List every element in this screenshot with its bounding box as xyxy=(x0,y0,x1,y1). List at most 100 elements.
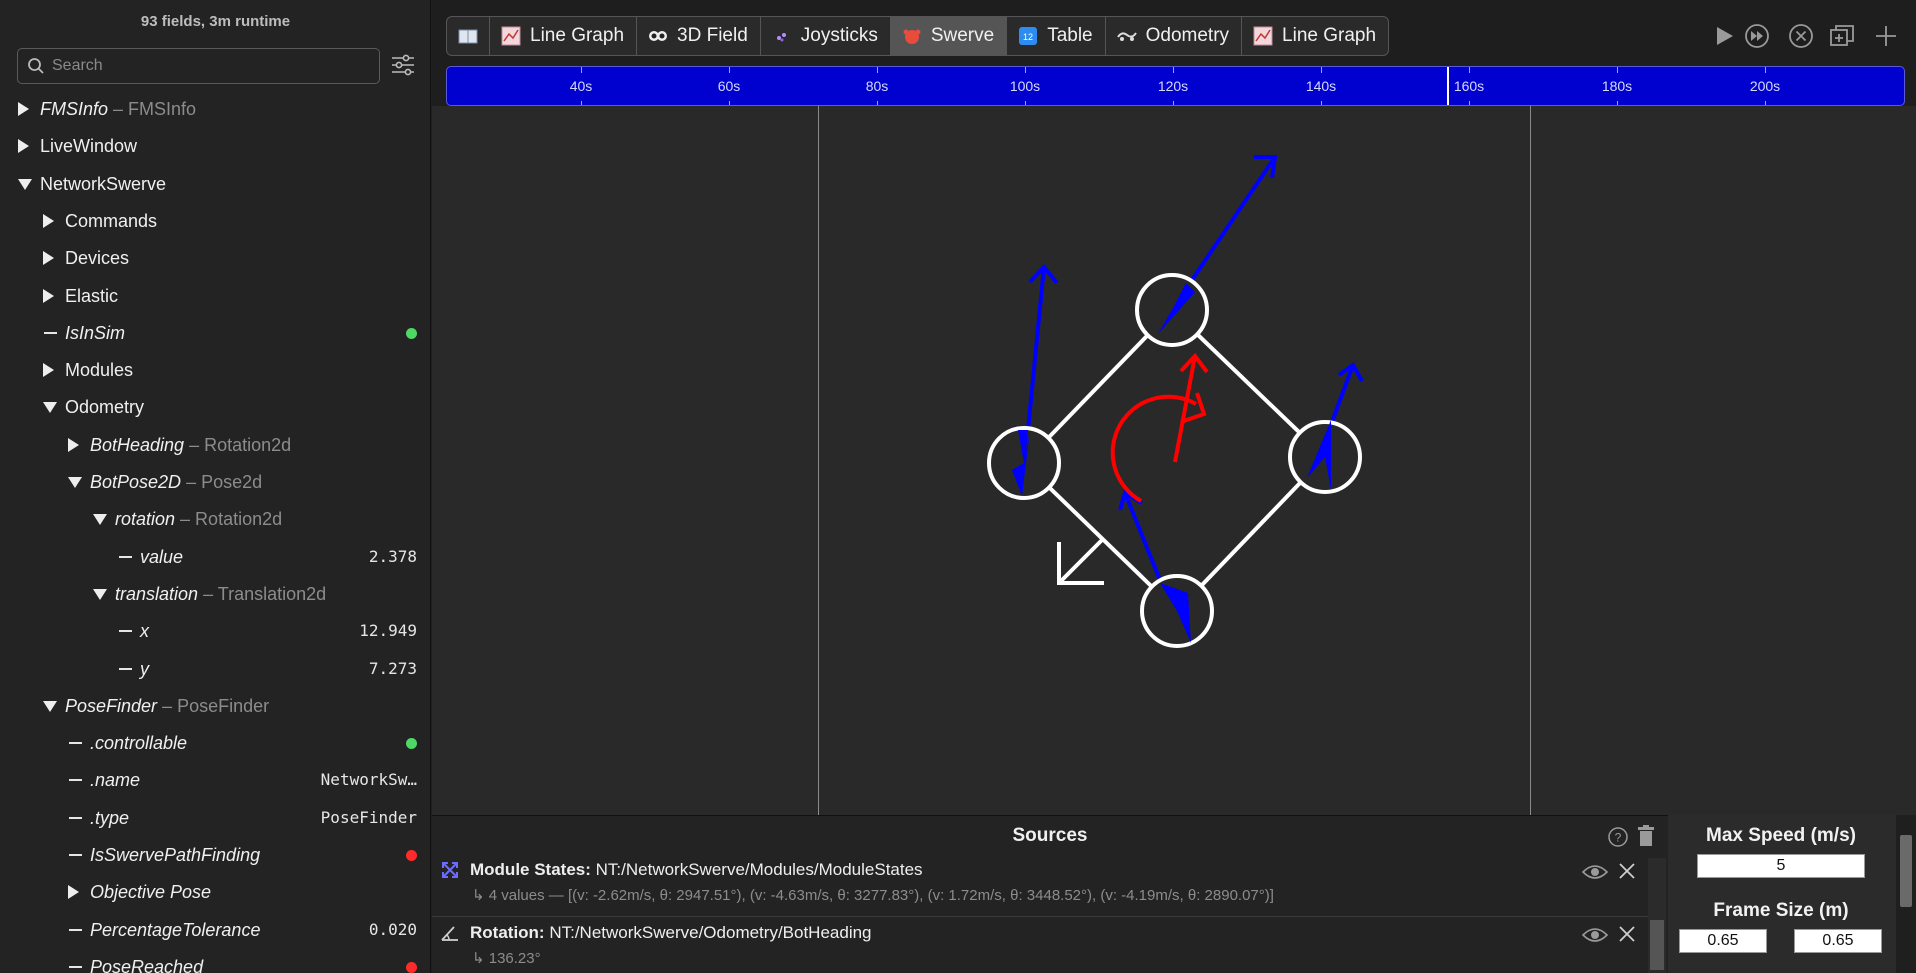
boolean-indicator xyxy=(406,738,417,750)
tree-item-label: Modules xyxy=(65,352,133,388)
tree-item-type: – Translation2d xyxy=(198,583,327,604)
tree-item-name: .name xyxy=(90,770,141,791)
tree-item[interactable]: Elastic xyxy=(0,278,430,314)
caret-right-icon[interactable] xyxy=(43,288,54,303)
tree-item[interactable]: Commands xyxy=(0,203,430,239)
tree-item-value: 0.020 xyxy=(368,919,417,939)
caret-right-icon[interactable] xyxy=(43,363,54,378)
tree-item[interactable]: BotHeading – Rotation2d xyxy=(0,427,430,463)
new-window-icon[interactable] xyxy=(1828,22,1856,50)
tree-item-name: Odometry xyxy=(65,397,145,418)
sources-scrollbar[interactable] xyxy=(1648,858,1666,973)
fast-forward-icon[interactable] xyxy=(1743,22,1771,50)
caret-right-icon[interactable] xyxy=(68,437,79,452)
tree-item[interactable]: IsInSim xyxy=(0,315,430,351)
tab-odometry[interactable]: Odometry xyxy=(1106,17,1243,55)
tree-item-name: PoseFinder xyxy=(65,695,158,716)
tree-item[interactable]: PoseReached xyxy=(0,949,430,973)
tree-item-label: Objective Pose xyxy=(90,874,211,910)
caret-right-icon[interactable] xyxy=(18,102,29,116)
tree-item-name: IsInSim xyxy=(65,322,126,343)
tree-item-name: NetworkSwerve xyxy=(40,173,167,194)
caret-down-icon[interactable] xyxy=(43,402,57,414)
timeline-tick-label: 60s xyxy=(717,78,741,94)
tree-item[interactable]: .type PoseFinder xyxy=(0,800,430,836)
timeline[interactable]: 40s 60s 80s 100s 120s 140s 160s 180s 200s xyxy=(446,66,1905,106)
tree-item[interactable]: Objective Pose xyxy=(0,874,430,910)
caret-down-icon[interactable] xyxy=(18,178,32,190)
tab-line-graph[interactable]: Line Graph xyxy=(1242,17,1388,55)
tree-item[interactable]: value 2.378 xyxy=(0,539,430,575)
leaf-dash-icon xyxy=(119,630,132,633)
remove-source-icon[interactable] xyxy=(1618,862,1636,880)
caret-right-icon[interactable] xyxy=(43,251,54,266)
tab-label: 3D Field xyxy=(677,25,748,46)
caret-down-icon[interactable] xyxy=(68,477,82,488)
sources-scrollbar-thumb[interactable] xyxy=(1650,920,1664,970)
swerve-icon xyxy=(901,25,923,47)
tab-line-graph[interactable]: Line Graph xyxy=(490,17,638,55)
tab-table[interactable]: 12 Table xyxy=(1007,17,1106,55)
caret-down-icon[interactable] xyxy=(93,514,107,526)
caret-right-icon[interactable] xyxy=(43,213,54,228)
tree-item-type: – Pose2d xyxy=(181,472,263,492)
close-circle-icon[interactable] xyxy=(1787,22,1815,50)
tree-item[interactable]: Odometry xyxy=(0,389,430,425)
tree-item[interactable]: .controllable xyxy=(0,725,430,761)
tree-item[interactable]: Modules xyxy=(0,352,430,388)
search-input[interactable] xyxy=(52,55,372,77)
add-tab-icon[interactable] xyxy=(1872,22,1900,50)
tab-documentation[interactable] xyxy=(447,17,490,55)
caret-down-icon[interactable] xyxy=(93,588,107,600)
frame-width-input[interactable] xyxy=(1679,929,1767,953)
tree-item-label: LiveWindow xyxy=(40,128,137,164)
tree-item-name: BotPose2D xyxy=(90,472,182,492)
tab-joysticks[interactable]: Joysticks xyxy=(761,17,891,55)
filter-settings-icon[interactable] xyxy=(390,53,416,77)
frame-length-input[interactable] xyxy=(1794,929,1882,953)
tree-item[interactable]: .name NetworkSw… xyxy=(0,762,430,798)
tree-item[interactable]: NetworkSwerve xyxy=(0,166,430,202)
options-panel: Max Speed (m/s) Frame Size (m) xyxy=(1668,815,1916,973)
tree-item[interactable]: LiveWindow xyxy=(0,128,430,164)
tree-item-type: – Rotation2d xyxy=(175,509,283,530)
tab-label: Joysticks xyxy=(800,25,878,46)
play-icon[interactable] xyxy=(1710,22,1738,50)
eye-icon[interactable] xyxy=(1582,863,1608,881)
options-scrollbar[interactable] xyxy=(1896,815,1916,973)
remove-source-icon[interactable] xyxy=(1618,925,1636,943)
tree-item-name: PercentageTolerance xyxy=(90,919,261,940)
tree-item[interactable]: PoseFinder – PoseFinder xyxy=(0,688,430,724)
tree-item[interactable]: y 7.273 xyxy=(0,651,430,687)
caret-right-icon[interactable] xyxy=(68,885,79,900)
help-icon[interactable]: ? xyxy=(1607,826,1629,848)
tree-item-label: value xyxy=(140,539,183,575)
sources-title: Sources xyxy=(1012,825,1088,846)
tree-item[interactable]: FMSInfo – FMSInfo xyxy=(0,91,430,127)
tree-item[interactable]: PercentageTolerance 0.020 xyxy=(0,912,430,948)
tree-item[interactable]: x 12.949 xyxy=(0,613,430,649)
tab-3d-field[interactable]: 3D Field xyxy=(637,17,761,55)
eye-icon[interactable] xyxy=(1582,926,1608,944)
tree-item-type: – FMSInfo xyxy=(108,99,197,119)
max-speed-input[interactable] xyxy=(1697,854,1865,878)
tree-item-name: .type xyxy=(90,807,130,828)
tree-item-label: BotPose2D – Pose2d xyxy=(90,464,262,500)
caret-right-icon[interactable] xyxy=(18,139,29,154)
tree-item[interactable]: BotPose2D – Pose2d xyxy=(0,464,430,500)
tree-item[interactable]: IsSwervePathFinding xyxy=(0,837,430,873)
table-icon: 12 xyxy=(1017,25,1039,47)
tree-item[interactable]: Devices xyxy=(0,240,430,276)
trash-icon[interactable] xyxy=(1636,824,1656,848)
tab-bar: Line Graph 3D Field Joysticks Swerve 12 Table… xyxy=(446,16,1390,56)
tree-item-value: 2.378 xyxy=(368,546,417,566)
tree-item[interactable]: translation – Translation2d xyxy=(0,576,430,612)
caret-down-icon[interactable] xyxy=(43,700,57,712)
options-scrollbar-thumb[interactable] xyxy=(1900,835,1912,907)
timeline-cursor[interactable] xyxy=(1447,67,1449,105)
tab-label: Table xyxy=(1047,25,1093,46)
tab-swerve[interactable]: Swerve xyxy=(890,17,1008,55)
tree-item-value: 7.273 xyxy=(368,658,417,678)
tree-item[interactable]: rotation – Rotation2d xyxy=(0,501,430,537)
tree-item-name: rotation xyxy=(115,509,176,530)
